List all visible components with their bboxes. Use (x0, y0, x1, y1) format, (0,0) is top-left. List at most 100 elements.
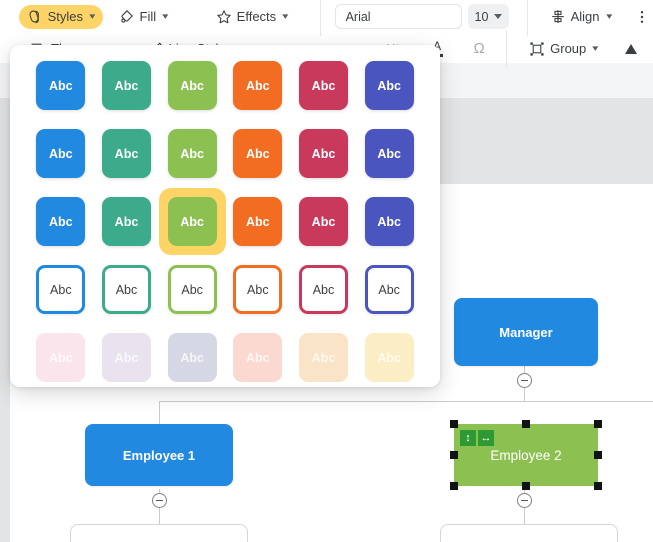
handle-n[interactable] (522, 420, 530, 428)
effects-button[interactable]: Effects ▾ (208, 5, 296, 29)
style-swatch[interactable]: Abc (101, 197, 151, 246)
style-swatch[interactable]: Abc (101, 265, 151, 314)
style-swatch-cell[interactable]: Abc (28, 61, 94, 110)
handle-ne[interactable] (594, 420, 602, 428)
style-swatch[interactable]: Abc (101, 61, 151, 110)
style-swatch[interactable]: Abc (167, 333, 217, 382)
employee-2-resize-badges[interactable]: ↕ ↔ (460, 430, 494, 446)
style-swatch-cell[interactable]: Abc (356, 61, 422, 110)
style-swatch-cell[interactable]: Abc (28, 129, 94, 178)
style-swatch-cell[interactable]: Abc (225, 197, 291, 246)
style-swatch-cell[interactable]: Abc (291, 129, 357, 178)
style-swatch[interactable]: Abc (167, 129, 217, 178)
style-swatch[interactable]: Abc (364, 197, 414, 246)
handle-e[interactable] (594, 451, 602, 459)
style-swatch[interactable]: Abc (233, 333, 283, 382)
style-swatch[interactable]: Abc (298, 333, 348, 382)
style-swatch-label: Abc (311, 214, 336, 229)
style-swatch-cell[interactable]: Abc (291, 197, 357, 246)
chevron-down-icon: ▾ (89, 11, 96, 21)
child-node-placeholder-right[interactable] (440, 524, 618, 542)
handle-se[interactable] (594, 482, 602, 490)
style-swatch-label: Abc (246, 214, 270, 229)
manager-collapse-toggle[interactable] (517, 373, 532, 388)
node-employee-1[interactable]: Employee 1 (85, 424, 233, 486)
style-swatch-cell[interactable]: Abc (159, 265, 225, 314)
style-swatch[interactable]: Abc (101, 129, 151, 178)
style-swatch-cell[interactable]: Abc (291, 333, 357, 382)
handle-sw[interactable] (450, 482, 458, 490)
employee-2-collapse-toggle[interactable] (517, 493, 532, 508)
style-swatch-label: Abc (377, 146, 401, 161)
style-swatch[interactable]: Abc (233, 265, 283, 314)
style-swatch[interactable]: Abc (167, 197, 217, 246)
style-swatch[interactable]: Abc (167, 61, 217, 110)
style-swatch[interactable]: Abc (364, 265, 414, 314)
styles-label: Styles (47, 9, 83, 24)
special-character-button[interactable]: Ω (466, 36, 492, 62)
child-node-placeholder-left[interactable] (70, 524, 248, 542)
style-swatch-label: Abc (247, 282, 269, 297)
style-swatch-cell[interactable]: Abc (225, 61, 291, 110)
style-swatch-cell[interactable]: Abc (94, 129, 160, 178)
style-swatch-cell[interactable]: Abc (28, 197, 94, 246)
style-swatch[interactable]: Abc (364, 61, 414, 110)
style-swatch[interactable]: Abc (36, 61, 86, 110)
style-swatch-cell[interactable]: Abc (28, 265, 94, 314)
style-swatch[interactable]: Abc (36, 265, 86, 314)
handle-s[interactable] (522, 482, 530, 490)
style-swatch-cell[interactable]: Abc (159, 333, 225, 382)
font-size-select[interactable]: 10 (468, 4, 509, 29)
resize-vertical-badge[interactable]: ↕ (460, 430, 476, 446)
style-swatch-cell[interactable]: Abc (158, 188, 226, 255)
group-button[interactable]: Group ▾ (521, 37, 606, 61)
employee-1-collapse-toggle[interactable] (152, 493, 167, 508)
style-swatch[interactable]: Abc (233, 197, 283, 246)
style-swatch[interactable]: Abc (298, 265, 348, 314)
node-manager[interactable]: Manager (454, 298, 598, 366)
style-swatch-cell[interactable]: Abc (356, 333, 422, 382)
style-swatch-cell[interactable]: Abc (94, 265, 160, 314)
style-swatch[interactable]: Abc (298, 197, 348, 246)
style-swatch[interactable]: Abc (233, 129, 283, 178)
style-swatch-cell[interactable]: Abc (28, 333, 94, 382)
style-swatch-label: Abc (311, 146, 336, 161)
style-swatch[interactable]: Abc (167, 265, 217, 314)
style-swatch[interactable]: Abc (36, 197, 86, 246)
style-swatch[interactable]: Abc (36, 333, 86, 382)
style-swatch[interactable]: Abc (101, 333, 151, 382)
handle-nw[interactable] (450, 420, 458, 428)
style-swatch[interactable]: Abc (298, 129, 348, 178)
font-family-input[interactable]: Arial (334, 4, 463, 29)
resize-horizontal-badge[interactable]: ↔ (478, 430, 494, 446)
caret-down-icon (494, 14, 503, 19)
style-swatch-cell[interactable]: Abc (159, 61, 225, 110)
style-swatch[interactable]: Abc (364, 333, 414, 382)
style-swatch-cell[interactable]: Abc (225, 265, 291, 314)
style-swatch-label: Abc (49, 214, 73, 229)
style-swatch-cell[interactable]: Abc (94, 61, 160, 110)
style-swatch-label: Abc (114, 78, 139, 93)
style-swatch-cell[interactable]: Abc (291, 61, 357, 110)
style-swatch-cell[interactable]: Abc (225, 129, 291, 178)
style-swatch-cell[interactable]: Abc (94, 333, 160, 382)
shape-tool-button[interactable] (618, 36, 644, 62)
styles-button[interactable]: Styles ▾ (18, 4, 103, 29)
style-swatch-cell[interactable]: Abc (225, 333, 291, 382)
style-swatch[interactable]: Abc (36, 129, 86, 178)
handle-w[interactable] (450, 451, 458, 459)
style-swatch-cell[interactable]: Abc (356, 197, 422, 246)
style-swatch-label: Abc (180, 146, 204, 161)
style-swatch-cell[interactable]: Abc (356, 265, 422, 314)
style-swatch-cell[interactable]: Abc (291, 265, 357, 314)
style-swatch-cell[interactable]: Abc (94, 197, 160, 246)
style-swatch-cell[interactable]: Abc (159, 129, 225, 178)
style-swatch[interactable]: Abc (233, 61, 283, 110)
style-swatch[interactable]: Abc (364, 129, 414, 178)
fill-button[interactable]: Fill ▾ (111, 5, 176, 29)
styles-flyout-panel[interactable]: Abc Abc Abc Abc Abc Abc Abc Abc Abc Abc Abc Abc Abc A… (10, 45, 440, 387)
align-button[interactable]: Align ▾ (542, 5, 619, 29)
style-swatch-cell[interactable]: Abc (356, 129, 422, 178)
more-options-button[interactable] (631, 4, 653, 30)
style-swatch[interactable]: Abc (298, 61, 348, 110)
